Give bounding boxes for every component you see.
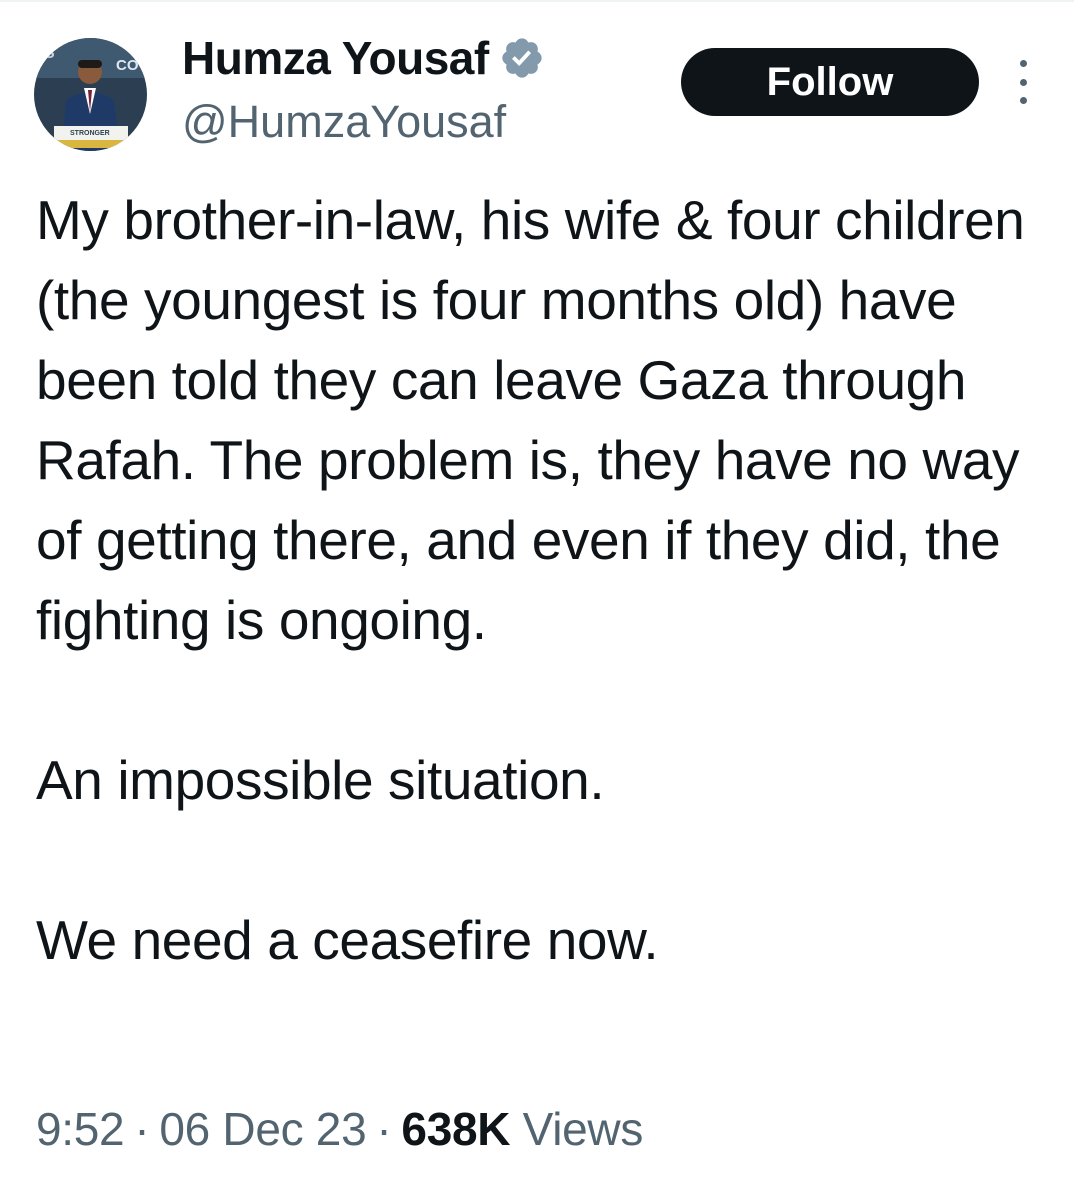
- svg-text:S: S: [44, 45, 55, 62]
- top-divider: [0, 0, 1074, 2]
- author-handle[interactable]: @HumzaYousaf: [182, 92, 506, 152]
- tweet-timestamp-link[interactable]: 9:52 · 06 Dec 23: [36, 1103, 367, 1155]
- svg-text:COT: COT: [116, 57, 147, 74]
- author-name-row[interactable]: Humza Yousaf: [182, 28, 545, 88]
- more-dot: [1019, 78, 1027, 86]
- tweet-paragraph: We need a ceasefire now.: [36, 909, 659, 971]
- svg-text:STRONGER: STRONGER: [70, 130, 110, 137]
- display-name[interactable]: Humza Yousaf: [182, 28, 489, 88]
- more-dot: [1019, 60, 1027, 67]
- meta-separator: ·: [134, 1103, 150, 1155]
- more-dot: [1019, 97, 1027, 104]
- tweet-date: 06 Dec 23: [159, 1103, 367, 1155]
- tweet-paragraph: My brother-in-law, his wife & four child…: [36, 189, 1040, 651]
- more-options-icon[interactable]: [1008, 60, 1038, 104]
- verified-badge-icon: [499, 35, 545, 81]
- tweet-text: My brother-in-law, his wife & four child…: [36, 180, 1046, 980]
- profile-photo: S COT STRONGER: [34, 38, 147, 151]
- tweet-meta: 9:52 · 06 Dec 23 · 638K Views: [36, 1096, 643, 1162]
- views-count: 638K: [401, 1103, 511, 1155]
- follow-button[interactable]: Follow: [681, 48, 979, 116]
- meta-separator: ·: [376, 1103, 392, 1155]
- views-label: Views: [522, 1103, 644, 1155]
- tweet-time: 9:52: [36, 1103, 125, 1155]
- tweet-paragraph: An impossible situation.: [36, 749, 605, 811]
- avatar[interactable]: S COT STRONGER: [34, 38, 147, 151]
